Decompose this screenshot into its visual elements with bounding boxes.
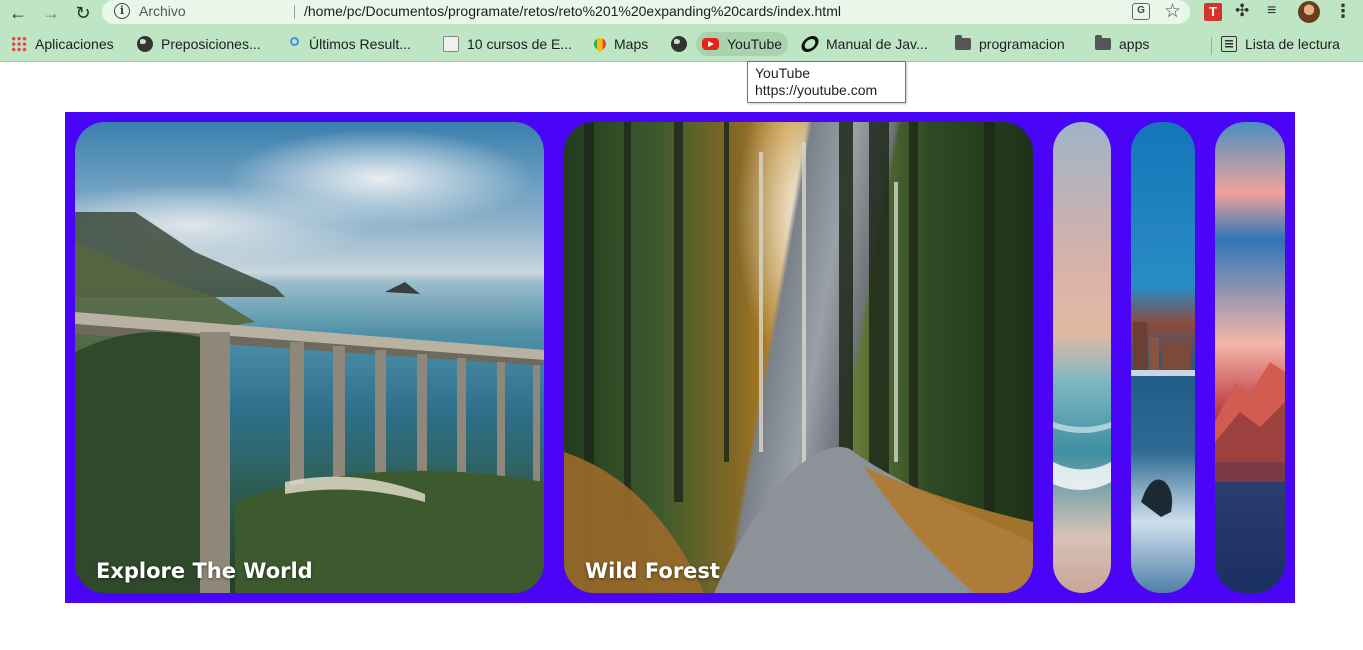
bookmark-label: apps (1119, 36, 1150, 52)
bookmark-label: Preposiciones... (161, 36, 261, 52)
media-icon[interactable]: ≡ (1267, 2, 1276, 20)
bookmark-label: YouTube (727, 36, 783, 52)
extension-t-icon[interactable]: T (1204, 3, 1222, 21)
bookmark-ultimos-result[interactable]: Últimos Result... (287, 32, 411, 56)
folder-icon (955, 35, 971, 50)
manual-icon (799, 36, 821, 52)
translate-icon[interactable]: G (1132, 3, 1150, 20)
reload-icon[interactable]: ↻ (72, 2, 94, 24)
city-photo (1131, 322, 1195, 517)
bookmark-folder-programacion[interactable]: programacion (955, 32, 1065, 56)
hand-icon (443, 36, 459, 52)
address-bar[interactable]: i Archivo /home/pc/Documentos/programate… (102, 0, 1190, 24)
bookmark-label: Manual de Jav... (826, 36, 928, 52)
mountain-photo (1215, 362, 1285, 482)
avatar[interactable] (1298, 1, 1320, 23)
card-wild-forest[interactable]: Wild Forest (564, 122, 1033, 593)
tooltip-url: https://youtube.com (755, 82, 878, 98)
bookmark-youtube[interactable]: YouTube (696, 32, 789, 56)
youtube-icon (702, 38, 719, 50)
url-scheme-label: Archivo (139, 3, 186, 19)
bookmark-label: programacion (979, 36, 1065, 52)
bookmark-label: Maps (614, 36, 649, 52)
card-explore-the-world[interactable]: Explore The World (75, 122, 544, 593)
bookmark-label: Aplicaciones (35, 36, 114, 52)
forest-photo (564, 122, 1033, 593)
bookmark-manual-javascript[interactable]: Manual de Jav... (799, 32, 928, 56)
tooltip-title: YouTube (755, 65, 811, 81)
card-mountain[interactable] (1215, 122, 1285, 593)
url-text[interactable]: /home/pc/Documentos/programate/retos/ret… (304, 3, 841, 19)
card-title: Wild Forest (585, 559, 720, 583)
bookmark-preposiciones[interactable]: Preposiciones... (137, 32, 261, 56)
bookmark-10-cursos[interactable]: 10 cursos de E... (443, 32, 572, 56)
card-title: Explore The World (96, 559, 313, 583)
folder-icon (1095, 35, 1111, 50)
bookmarks-bar: Aplicaciones Preposiciones... Últimos Re… (0, 26, 1363, 62)
bookmark-label: Últimos Result... (309, 36, 411, 52)
back-icon[interactable]: ← (7, 2, 29, 24)
puzzle-icon[interactable]: ✣ (1235, 1, 1249, 21)
bookmark-folder-apps[interactable]: apps (1095, 32, 1149, 56)
browser-toolbar: ← → ↻ i Archivo /home/pc/Documentos/prog… (0, 0, 1363, 26)
maps-icon (591, 35, 609, 53)
bookmark-maps[interactable]: Maps (591, 32, 649, 56)
cards-container: Explore The World Wild Forest (65, 112, 1295, 603)
bookmark-globe[interactable] (671, 32, 695, 56)
reading-list-button[interactable]: Lista de lectura (1221, 32, 1340, 56)
bookmark-tooltip: YouTube https://youtube.com (747, 61, 906, 103)
info-icon[interactable]: i (114, 3, 130, 19)
key-icon (290, 36, 299, 46)
reading-list-label: Lista de lectura (1245, 36, 1340, 52)
globe-icon (137, 36, 153, 52)
star-icon[interactable]: ☆ (1164, 0, 1181, 23)
bookmark-aplicaciones[interactable]: Aplicaciones (11, 32, 114, 56)
menu-icon[interactable]: ⋮ (1334, 1, 1352, 22)
card-city[interactable] (1131, 122, 1195, 593)
reading-list-icon (1221, 36, 1237, 52)
globe-icon (671, 36, 687, 52)
forward-icon[interactable]: → (40, 2, 62, 24)
apps-icon (11, 36, 27, 52)
bookmarks-divider (1211, 37, 1212, 55)
bookmark-label: 10 cursos de E... (467, 36, 573, 52)
beach-photo (1053, 422, 1111, 491)
bridge-photo (75, 212, 544, 593)
card-beach[interactable] (1053, 122, 1111, 593)
omnibox-divider (294, 5, 295, 19)
